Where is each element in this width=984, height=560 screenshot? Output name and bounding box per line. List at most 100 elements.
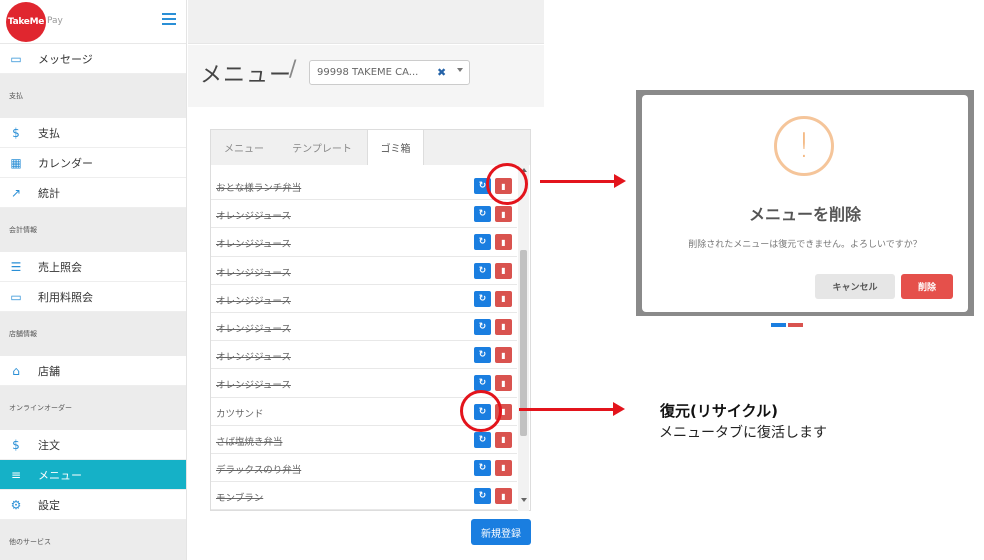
menu-item-name: オレンジジュース (216, 211, 291, 223)
sidebar-item[interactable]: $ 支払 (0, 118, 186, 148)
calendar-icon: ▦ (10, 155, 22, 170)
menu-item-name: おとな様ランチ弁当 (216, 183, 302, 194)
recycle-icon[interactable]: ↻ (474, 206, 491, 223)
chevron-down-icon[interactable] (457, 68, 463, 72)
recycle-icon[interactable]: ↻ (474, 262, 491, 279)
menu-item-name: オレンジジュース (216, 295, 291, 307)
modal-message: 削除されたメニューは復元できません。よろしいですか？ (688, 240, 922, 250)
trash-icon[interactable]: ▮ (495, 431, 512, 448)
home-icon: ⌂ (12, 363, 20, 378)
list-item: オレンジジュース ↻ ▮ (211, 285, 517, 313)
sidebar-item-label: 売上照会 (38, 260, 82, 274)
menu-item-name: オレンジジュース (216, 323, 291, 335)
tab-trash[interactable]: ゴミ箱 (367, 130, 424, 165)
menu-item-name: オレンジジュース (216, 380, 291, 392)
trash-icon[interactable]: ▮ (495, 318, 512, 335)
list-item: モンブラン ↻ ▮ (211, 482, 517, 511)
list-icon: ☰ (10, 259, 22, 274)
top-header (188, 0, 544, 44)
list-item: おとな様ランチ弁当 ↻ ▮ (211, 172, 517, 201)
recycle-icon[interactable]: ↻ (474, 431, 491, 448)
sidebar-section-header: 会計情報 (0, 208, 186, 252)
list-item: オレンジジュース ↻ ▮ (211, 341, 517, 370)
sidebar-item[interactable]: ☰ 売上照会 (0, 252, 186, 282)
sidebar-item[interactable]: ▦ カレンダー (0, 148, 186, 178)
sidebar-item[interactable]: ▭ 利用料照会 (0, 282, 186, 312)
trash-icon[interactable]: ▮ (495, 375, 512, 392)
modal-background-buttons (771, 312, 805, 327)
sidebar: TakeMe Pay ▭ メッセージ 支払 $ 支払 ▦ カレンダー ↗ 統計 会計情報 ☰ 売上照会… (0, 0, 187, 560)
gear-icon: ⚙ (10, 497, 22, 512)
store-select-value: 99998 TAKEME CA... (317, 67, 419, 78)
annotation-title: 復元(リサイクル) (660, 402, 778, 420)
trash-icon[interactable]: ▮ (495, 290, 512, 307)
trash-icon[interactable]: ▮ (495, 234, 512, 251)
sidebar-item[interactable]: ⚙ 設定 (0, 490, 186, 520)
recycle-icon[interactable]: ↻ (474, 488, 491, 505)
menu-icon: ≡ (10, 467, 22, 482)
annotation-arrow-head (613, 402, 625, 416)
list-item: オレンジジュース ↻ ▮ (211, 257, 517, 285)
sidebar-section-header: 支払 (0, 74, 186, 118)
sidebar-item-label: 設定 (38, 498, 60, 512)
list-item: オレンジジュース ↻ ▮ (211, 313, 517, 342)
title-separator: / (289, 57, 297, 82)
trash-icon[interactable]: ▮ (495, 459, 512, 476)
trash-icon[interactable]: ▮ (495, 488, 512, 505)
annotation-arrow-line (540, 180, 616, 183)
hamburger-menu-icon[interactable] (162, 13, 176, 25)
chart-icon: ↗ (10, 185, 22, 200)
dollar-icon: $ (12, 125, 20, 140)
list-item: オレンジジュース ↻ ▮ (211, 228, 517, 257)
menu-item-name: カツサンド (216, 408, 264, 420)
sidebar-item-label: メニュー (38, 468, 82, 482)
sidebar-nav: ▭ メッセージ 支払 $ 支払 ▦ カレンダー ↗ 統計 会計情報 ☰ 売上照会 ▭ 利用料照会 店舗情報 ⌂… (0, 44, 186, 560)
modal-delete-button[interactable]: 削除 (901, 274, 953, 299)
menu-item-name: さば塩焼き弁当 (216, 436, 283, 448)
recycle-icon[interactable]: ↻ (474, 234, 491, 251)
sidebar-item-label: 店舗 (38, 364, 60, 378)
scroll-down-icon[interactable] (521, 498, 527, 502)
brand-logo[interactable]: TakeMe (6, 2, 46, 42)
sidebar-item-label: メッセージ (38, 52, 93, 66)
sidebar-item-label: カレンダー (38, 156, 93, 170)
recycle-icon[interactable]: ↻ (474, 318, 491, 335)
modal-cancel-button[interactable]: キャンセル (815, 274, 895, 299)
card-icon: ▭ (10, 289, 22, 304)
warning-icon-glyph: ! (797, 126, 811, 166)
sidebar-item[interactable]: ↗ 統計 (0, 178, 186, 208)
sidebar-item[interactable]: $ 注文 (0, 430, 186, 460)
trash-list: おとな様ランチ弁当 ↻ ▮ オレンジジュース ↻ ▮ オレンジジュース ↻ ▮ オレンジジュース ↻… (211, 172, 517, 511)
recycle-icon[interactable]: ↻ (474, 347, 491, 364)
recycle-icon[interactable]: ↻ (474, 375, 491, 392)
menu-item-name: オレンジジュース (216, 352, 291, 364)
page-title: メニュー (200, 63, 293, 88)
tab-menu[interactable]: メニュー (211, 130, 277, 165)
annotation-arrow-line (519, 408, 615, 411)
annotation-subtitle: メニュータブに復活します (659, 425, 827, 441)
recycle-icon[interactable]: ↻ (474, 459, 491, 476)
list-item: オレンジジュース ↻ ▮ (211, 200, 517, 229)
sidebar-item[interactable]: ⌂ 店舗 (0, 356, 186, 386)
sidebar-item[interactable]: ▭ メッセージ (0, 44, 186, 74)
new-register-button[interactable]: 新規登録 (471, 519, 531, 545)
list-item: デラックスのり弁当 ↻ ▮ (211, 454, 517, 483)
dollar-icon: $ (12, 437, 20, 452)
recycle-icon[interactable]: ↻ (474, 290, 491, 307)
annotation-circle-restore (460, 390, 502, 432)
sidebar-item-label: 統計 (38, 186, 60, 200)
trash-icon[interactable]: ▮ (495, 262, 512, 279)
trash-icon[interactable]: ▮ (495, 347, 512, 364)
brand-logo-text: TakeMe (7, 17, 45, 27)
sidebar-item[interactable]: ≡ メニュー (0, 460, 186, 490)
tab-template[interactable]: テンプレート (277, 130, 367, 165)
sidebar-section-header: 他のサービス (0, 520, 186, 560)
modal-title: メニューを削除 (748, 205, 861, 224)
trash-icon[interactable]: ▮ (495, 206, 512, 223)
menu-item-name: オレンジジュース (216, 267, 291, 279)
sidebar-section-header: オンラインオーダー (0, 386, 186, 430)
warning-icon: ! (774, 116, 834, 176)
annotation-arrow-head (614, 174, 626, 188)
clear-selection-icon[interactable]: ✖ (437, 66, 446, 79)
sidebar-item-label: 利用料照会 (38, 290, 93, 304)
